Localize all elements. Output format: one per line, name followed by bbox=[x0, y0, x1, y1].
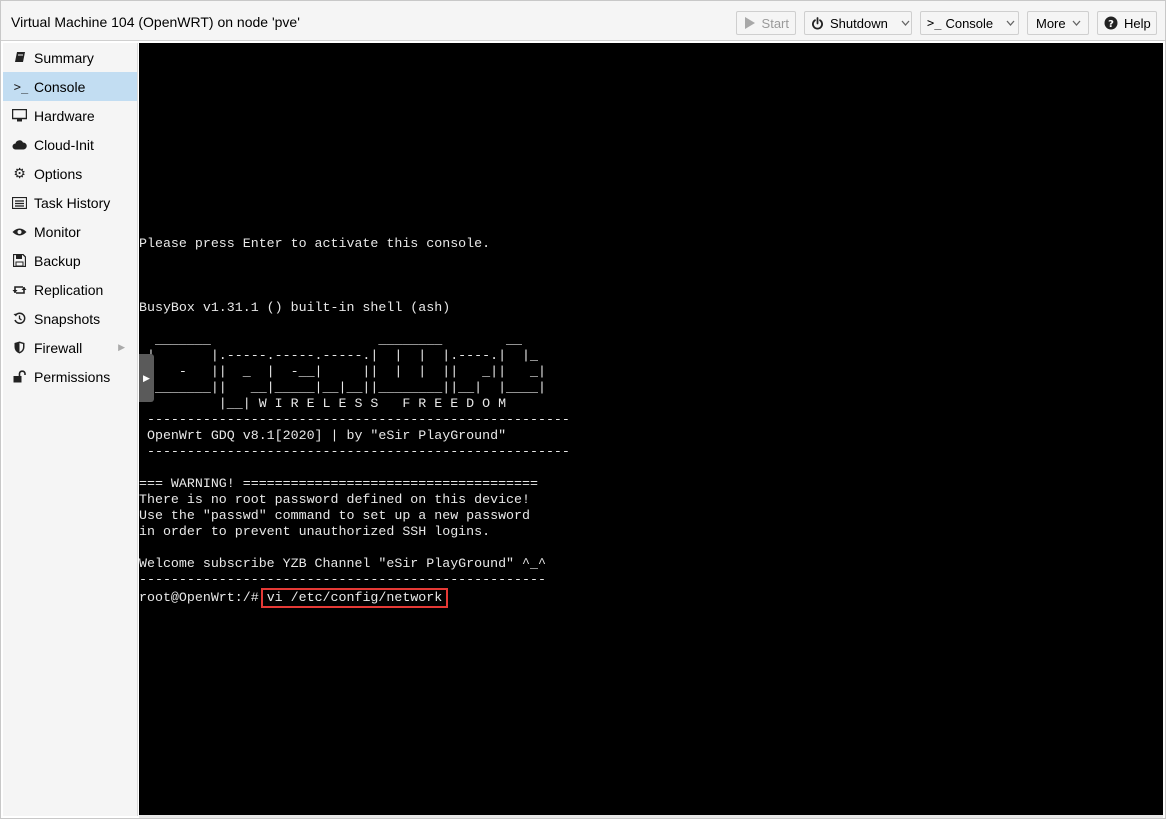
more-button-label: More bbox=[1036, 15, 1066, 31]
page-title: Virtual Machine 104 (OpenWRT) on node 'p… bbox=[11, 14, 300, 30]
eye-icon bbox=[12, 224, 27, 239]
book-icon bbox=[12, 50, 27, 65]
sidebar-item-label: Hardware bbox=[34, 107, 95, 124]
sidebar-item-console[interactable]: >_ Console bbox=[3, 72, 137, 101]
chevron-down-icon[interactable] bbox=[901, 20, 910, 26]
openwrt-logo-line: |__| W I R E L E S S F R E E D O M bbox=[139, 396, 507, 411]
openwrt-logo-line: | - || _ | -__| || | | || _|| _| bbox=[139, 364, 546, 379]
highlighted-command: vi /etc/config/network bbox=[260, 588, 449, 608]
desktop-icon bbox=[12, 108, 27, 123]
terminal-line: Please press Enter to activate this cons… bbox=[139, 236, 491, 251]
shield-icon bbox=[12, 340, 27, 355]
terminal-line: Welcome subscribe YZB Channel "eSir Play… bbox=[139, 556, 546, 571]
openwrt-logo-line: | |.-----.-----.-----.| | | |.----.| |_ bbox=[139, 348, 538, 363]
terminal-line: OpenWrt GDQ v8.1[2020] | by "eSir PlayGr… bbox=[139, 428, 507, 443]
terminal-line: There is no root password defined on thi… bbox=[139, 492, 530, 507]
sidebar-item-label: Console bbox=[34, 78, 86, 95]
question-circle-icon: ? bbox=[1104, 16, 1118, 30]
terminal-separator: ----------------------------------------… bbox=[139, 412, 570, 427]
sidebar-item-permissions[interactable]: Permissions bbox=[3, 362, 137, 391]
console-terminal[interactable]: Please press Enter to activate this cons… bbox=[139, 43, 1163, 816]
openwrt-logo-line: _______ ________ __ bbox=[139, 332, 523, 347]
header-bar: Virtual Machine 104 (OpenWRT) on node 'p… bbox=[1, 1, 1165, 41]
sidebar-item-label: Monitor bbox=[34, 223, 81, 240]
shutdown-button-label: Shutdown bbox=[830, 15, 888, 31]
openwrt-logo-line: |_______|| __|_____|__|__||________||__|… bbox=[139, 380, 546, 395]
sidebar-item-options[interactable]: ⚙ Options bbox=[3, 159, 137, 188]
sidebar-item-label: Task History bbox=[34, 194, 111, 211]
sidebar-item-label: Backup bbox=[34, 252, 81, 269]
terminal-separator: ----------------------------------------… bbox=[139, 444, 570, 459]
sidebar-item-label: Summary bbox=[34, 49, 94, 66]
unlock-icon bbox=[12, 369, 27, 384]
shutdown-button[interactable]: Shutdown bbox=[804, 11, 912, 35]
sidebar-item-hardware[interactable]: Hardware bbox=[3, 101, 137, 130]
chevron-down-icon bbox=[1072, 20, 1081, 26]
power-icon bbox=[811, 16, 824, 30]
cloud-icon bbox=[12, 137, 27, 152]
terminal-icon: >_ bbox=[13, 79, 29, 94]
terminal-output: Please press Enter to activate this cons… bbox=[139, 43, 570, 608]
console-button-label: Console bbox=[945, 15, 994, 31]
list-icon bbox=[12, 195, 27, 210]
svg-text:?: ? bbox=[1108, 19, 1114, 30]
console-button[interactable]: >_ Console bbox=[920, 11, 1019, 35]
history-icon bbox=[12, 311, 27, 326]
sidebar-collapse-toggle[interactable]: ▶ bbox=[139, 354, 154, 402]
start-button[interactable]: Start bbox=[736, 11, 796, 35]
sidebar-item-backup[interactable]: Backup bbox=[3, 246, 137, 275]
sidebar-item-label: Cloud-Init bbox=[34, 136, 94, 153]
more-button[interactable]: More bbox=[1027, 11, 1089, 35]
terminal-line: === WARNING! ===========================… bbox=[139, 476, 538, 491]
bottom-border bbox=[139, 815, 1163, 818]
play-icon bbox=[743, 16, 756, 30]
terminal-icon: >_ bbox=[927, 16, 942, 30]
start-button-label: Start bbox=[761, 15, 789, 31]
help-button[interactable]: ? Help bbox=[1097, 11, 1157, 35]
terminal-line: Use the "passwd" command to set up a new… bbox=[139, 508, 530, 523]
sidebar-item-replication[interactable]: Replication bbox=[3, 275, 137, 304]
sidebar-item-label: Snapshots bbox=[34, 310, 101, 327]
terminal-line: BusyBox v1.31.1 () built-in shell (ash) bbox=[139, 300, 451, 315]
sidebar-item-firewall[interactable]: Firewall ▶ bbox=[3, 333, 137, 362]
retweet-icon bbox=[12, 282, 27, 297]
sidebar-item-label: Options bbox=[34, 165, 83, 182]
sidebar-item-label: Permissions bbox=[34, 368, 111, 385]
sidebar-item-monitor[interactable]: Monitor bbox=[3, 217, 137, 246]
sidebar: Summary >_ Console Hardware Cloud-Init ⚙… bbox=[3, 43, 138, 816]
terminal-line: in order to prevent unauthorized SSH log… bbox=[139, 524, 491, 539]
sidebar-item-cloud-init[interactable]: Cloud-Init bbox=[3, 130, 137, 159]
sidebar-item-snapshots[interactable]: Snapshots bbox=[3, 304, 137, 333]
submenu-arrow-icon[interactable]: ▶ bbox=[118, 342, 125, 353]
help-button-label: Help bbox=[1124, 15, 1151, 31]
sidebar-item-summary[interactable]: Summary bbox=[3, 43, 137, 72]
sidebar-item-label: Firewall bbox=[34, 339, 83, 356]
gear-icon: ⚙ bbox=[13, 165, 26, 181]
terminal-prompt-line: root@OpenWrt:/# vi /etc/config/network bbox=[139, 588, 449, 608]
chevron-down-icon[interactable] bbox=[1006, 20, 1015, 26]
caret-right-icon: ▶ bbox=[143, 372, 150, 383]
sidebar-item-task-history[interactable]: Task History bbox=[3, 188, 137, 217]
terminal-separator: ----------------------------------------… bbox=[139, 572, 546, 587]
shell-prompt: root@OpenWrt:/# bbox=[139, 590, 259, 605]
sidebar-item-label: Replication bbox=[34, 281, 104, 298]
floppy-icon bbox=[12, 253, 27, 268]
